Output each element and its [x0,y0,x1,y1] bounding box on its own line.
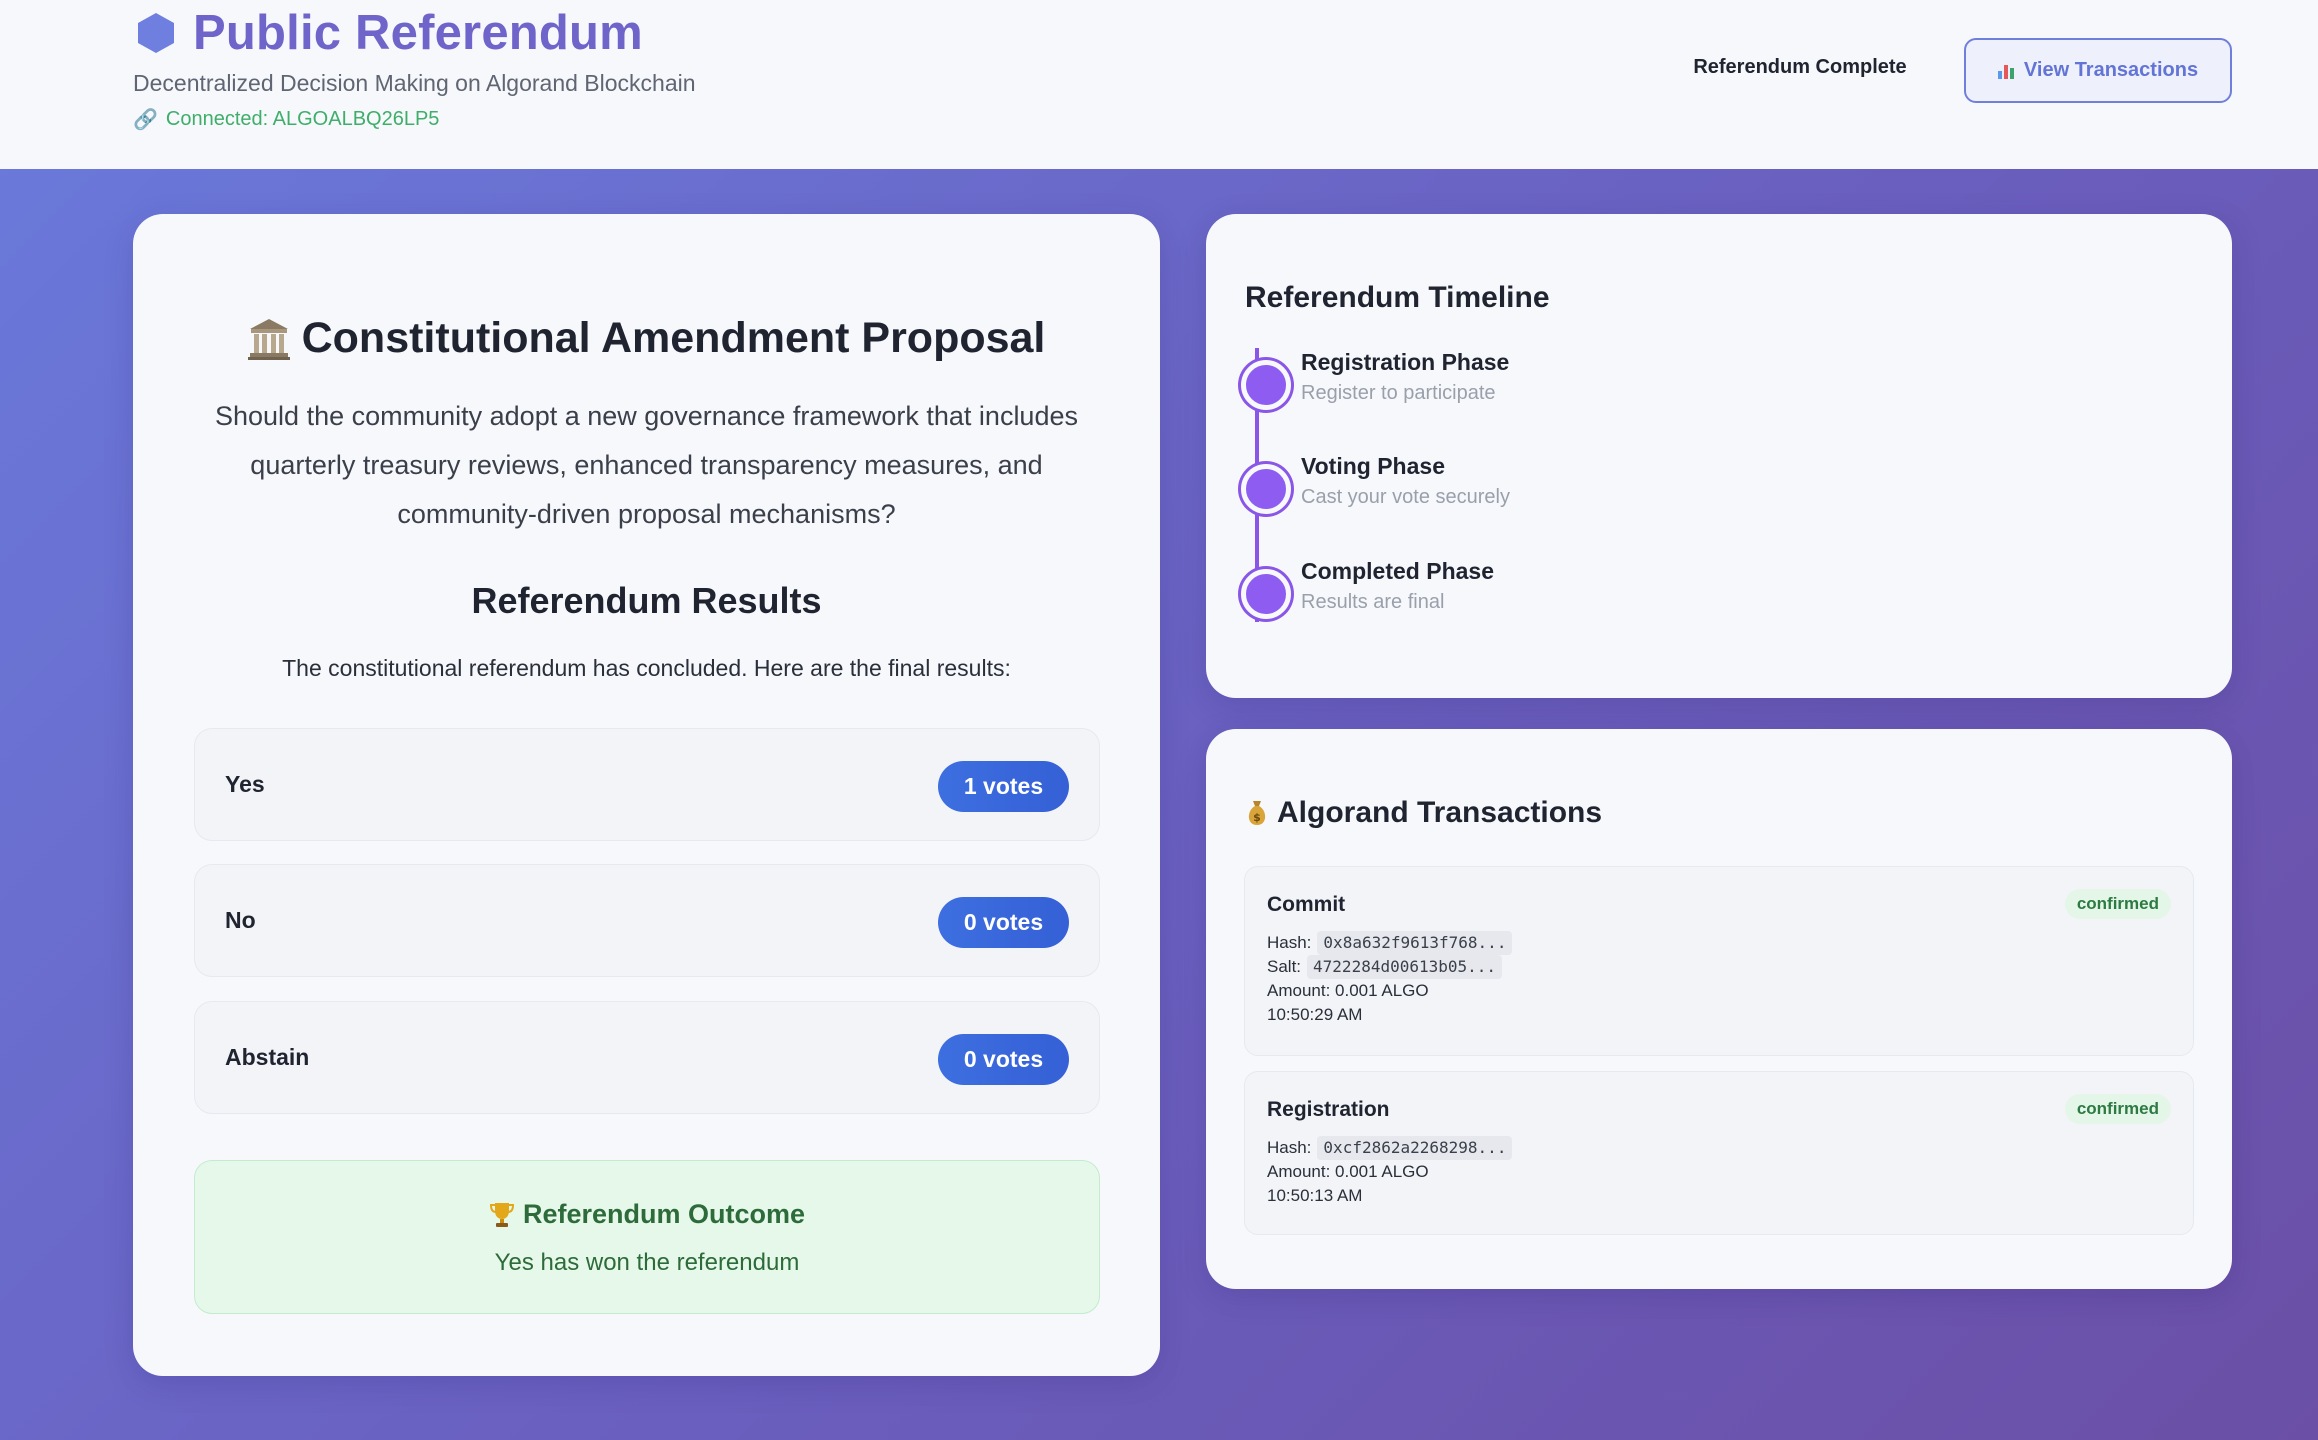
transactions-title-row: $ Algorand Transactions [1245,796,1602,830]
vote-count-badge: 0 votes [938,897,1069,948]
view-transactions-label: View Transactions [2023,59,2199,81]
trophy-icon [489,1202,514,1227]
svg-text:$: $ [1253,811,1261,824]
connected-address: Connected: ALGOALBQ26LP5 [165,108,440,130]
transaction-item-commit[interactable]: Commit confirmed Hash: 0x8a632f9613f768.… [1244,866,2194,1056]
transactions-title: Algorand Transactions [1277,796,1603,829]
referendum-outcome-panel: Referendum Outcome Yes has won the refer… [194,1160,1100,1314]
timeline-card: Referendum Timeline Registration Phase R… [1206,214,2232,698]
outcome-text: Yes has won the referendum [494,1249,800,1276]
transaction-type: Registration [1267,1098,1390,1121]
vote-count-badge: 1 votes [938,761,1069,812]
timeline-step-description: Cast your vote securely [1301,486,1510,508]
proposal-card: Constitutional Amendment Proposal Should… [133,214,1160,1376]
hash-label: Hash: [1267,933,1312,952]
results-title: Referendum Results [471,580,822,621]
classical-building-icon [247,318,290,360]
transaction-item-registration[interactable]: Registration confirmed Hash: 0xcf2862a22… [1244,1071,2194,1235]
referendum-status: Referendum Complete [1693,56,1907,78]
brand-title-row: Public Referendum [133,2,696,64]
result-option-no: No 0 votes [194,864,1100,977]
hash-row: Hash: 0x8a632f9613f768... [1267,931,1513,955]
proposal-title-row: Constitutional Amendment Proposal [133,314,1160,363]
timeline-step-text: Registration Phase Register to participa… [1301,346,1801,408]
vote-count-badge: 0 votes [938,1034,1069,1085]
money-bag-icon: $ [1248,801,1266,825]
app-title: Public Referendum [193,6,643,60]
result-option-yes: Yes 1 votes [194,728,1100,841]
transaction-details: Hash: 0x8a632f9613f768... Salt: 4722284d… [1267,931,1513,1027]
link-icon: 🔗 [133,109,158,131]
transaction-salt: 4722284d00613b05... [1307,955,1503,979]
brand: Public Referendum Decentralized Decision… [133,2,696,132]
view-transactions-button[interactable]: View Transactions [1964,38,2232,103]
salt-label: Salt: [1267,957,1302,976]
timeline-step-name: Registration Phase [1301,349,1510,375]
timeline-step-description: Results are final [1301,591,1445,613]
transaction-hash: 0xcf2862a2268298... [1317,1136,1513,1160]
connection-status: 🔗 Connected: ALGOALBQ26LP5 [133,107,696,132]
proposal-title: Constitutional Amendment Proposal [301,314,1046,362]
hash-row: Hash: 0xcf2862a2268298... [1267,1136,1513,1160]
transaction-time: 10:50:29 AM [1267,1005,1363,1024]
transaction-details: Hash: 0xcf2862a2268298... Amount: 0.001 … [1267,1136,1513,1208]
proposal-description: Should the community adopt a new governa… [215,401,1078,529]
salt-row: Salt: 4722284d00613b05... [1267,955,1512,979]
transaction-hash: 0x8a632f9613f768... [1317,931,1513,955]
outcome-title: Referendum Outcome [522,1199,806,1229]
timeline-step-description: Register to participate [1301,382,1496,404]
option-label: Abstain [225,1044,310,1070]
hexagon-icon [138,13,174,53]
transaction-amount: Amount: 0.001 ALGO [1267,1162,1429,1181]
app-subtitle: Decentralized Decision Making on Algoran… [133,70,696,96]
results-description: The constitutional referendum has conclu… [282,655,1011,681]
result-option-abstain: Abstain 0 votes [194,1001,1100,1114]
timeline-step-text: Voting Phase Cast your vote securely [1301,450,1801,512]
outcome-title-row: Referendum Outcome [195,1199,1099,1230]
timeline-step-name: Voting Phase [1301,453,1445,479]
option-label: No [225,907,256,933]
hash-label: Hash: [1267,1138,1312,1157]
option-label: Yes [225,771,265,797]
timeline-title: Referendum Timeline [1245,281,1550,314]
timeline-step-text: Completed Phase Results are final [1301,555,1801,617]
transactions-card: $ Algorand Transactions Commit confirmed… [1206,729,2232,1289]
bar-chart-icon [1997,63,2016,79]
transaction-status-badge: confirmed [2064,1094,2171,1124]
transaction-type: Commit [1267,893,1346,916]
app-header: Public Referendum Decentralized Decision… [0,0,2318,169]
transaction-status-badge: confirmed [2064,889,2171,919]
timeline-step-name: Completed Phase [1301,558,1494,584]
transaction-time: 10:50:13 AM [1267,1186,1363,1205]
timeline-dot [1241,569,1291,619]
transaction-amount: Amount: 0.001 ALGO [1267,981,1429,1000]
timeline-dot [1241,360,1291,410]
timeline-dot [1241,464,1291,514]
